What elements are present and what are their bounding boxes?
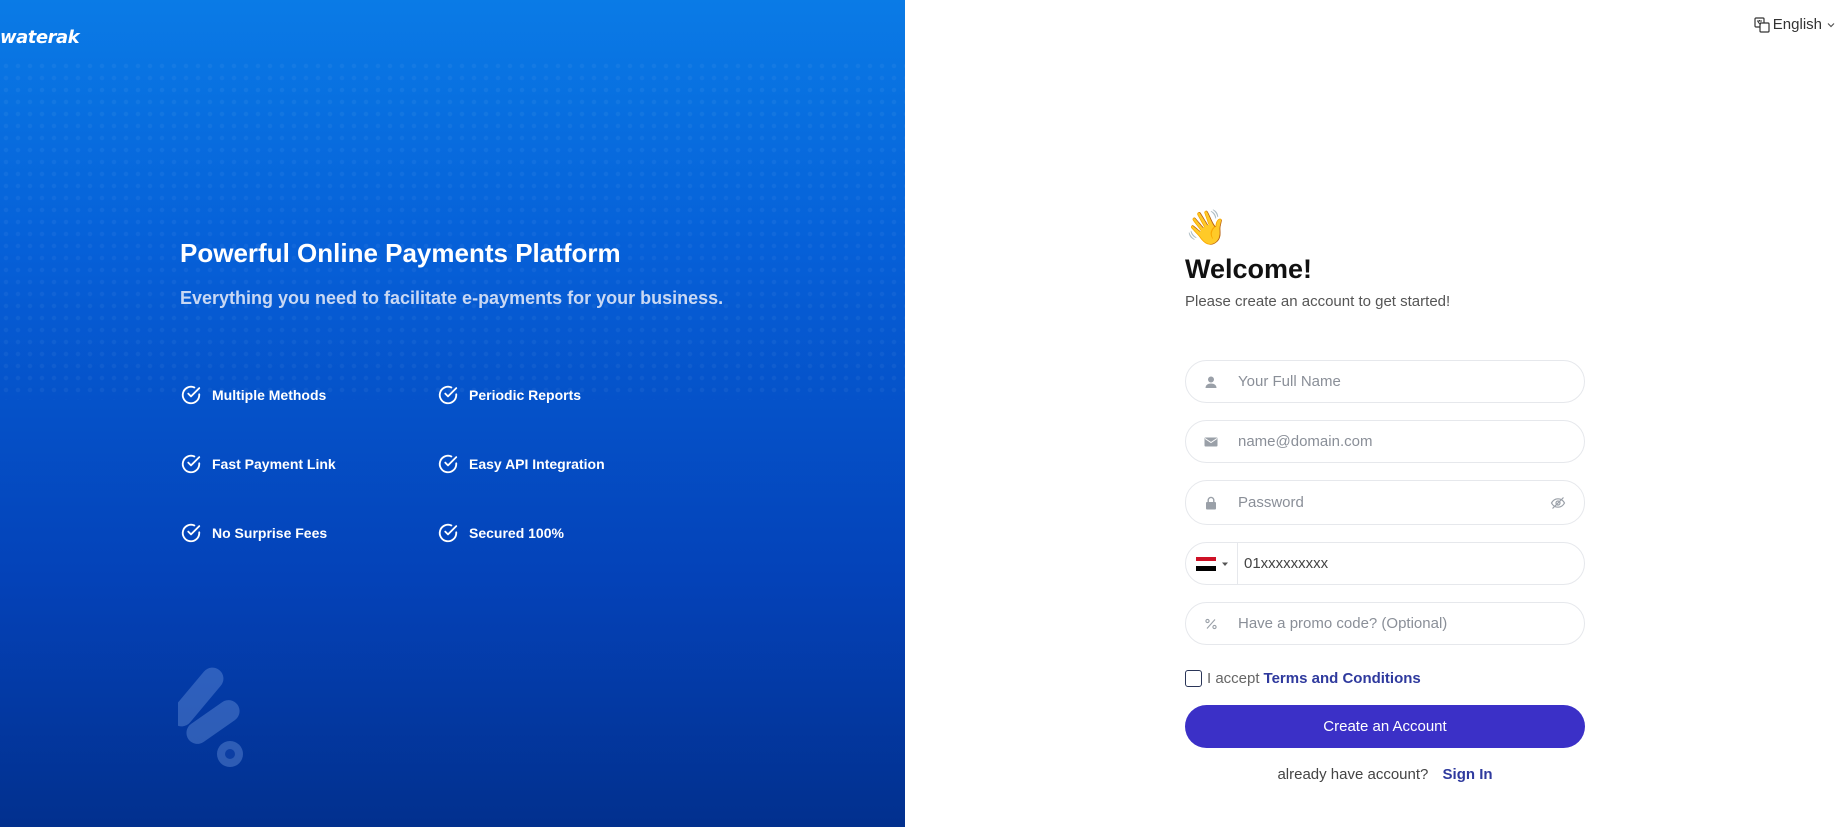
terms-prefix: I accept xyxy=(1207,670,1260,687)
promo-code-input[interactable] xyxy=(1238,615,1584,632)
language-selector[interactable]: English xyxy=(1754,16,1836,33)
user-icon xyxy=(1205,376,1217,388)
eye-slash-icon[interactable] xyxy=(1550,495,1566,511)
check-circle-icon xyxy=(438,523,458,543)
feature-item: Fast Payment Link xyxy=(180,453,336,475)
feature-label: Easy API Integration xyxy=(469,456,605,472)
signin-link[interactable]: Sign In xyxy=(1443,766,1493,783)
percent-icon xyxy=(1205,618,1217,629)
hero-subtitle: Everything you need to facilitate e-paym… xyxy=(180,288,724,308)
email-field xyxy=(1185,420,1585,463)
feature-label: Secured 100% xyxy=(469,525,564,541)
feature-item: Periodic Reports xyxy=(437,384,581,406)
email-input[interactable] xyxy=(1238,433,1584,450)
brand-logo[interactable]: waterak xyxy=(0,27,80,48)
terms-row: I accept Terms and Conditions xyxy=(1185,670,1421,687)
hero-title: Powerful Online Payments Platform xyxy=(180,238,621,268)
check-circle-icon xyxy=(181,385,201,405)
waving-hand-icon: 👋 xyxy=(1185,209,1228,247)
terms-link[interactable]: Terms and Conditions xyxy=(1264,670,1421,687)
feature-item: Multiple Methods xyxy=(180,384,326,406)
full-name-input[interactable] xyxy=(1238,373,1584,390)
feature-item: No Surprise Fees xyxy=(180,522,327,544)
language-label: English xyxy=(1772,16,1822,33)
chevron-down-icon xyxy=(1827,22,1835,27)
full-name-field xyxy=(1185,360,1585,403)
lock-icon xyxy=(1206,496,1216,509)
check-circle-icon xyxy=(181,523,201,543)
caret-down-icon xyxy=(1222,562,1228,566)
envelope-icon xyxy=(1204,437,1218,446)
country-code-selector[interactable] xyxy=(1186,543,1238,584)
promo-code-field xyxy=(1185,602,1585,645)
hero-panel: waterak Powerful Online Payments Platfor… xyxy=(0,0,905,827)
terms-checkbox[interactable] xyxy=(1185,670,1202,687)
brand-mark-icon xyxy=(178,667,243,767)
translate-icon xyxy=(1754,16,1770,33)
feature-label: Multiple Methods xyxy=(212,387,327,403)
signin-prompt: already have account? xyxy=(1277,766,1429,783)
check-circle-icon xyxy=(438,385,458,405)
feature-label: Fast Payment Link xyxy=(212,456,336,472)
phone-input[interactable] xyxy=(1244,555,1584,572)
phone-field xyxy=(1185,542,1585,585)
create-account-button[interactable]: Create an Account xyxy=(1185,705,1585,748)
feature-label: Periodic Reports xyxy=(469,387,582,403)
egypt-flag-icon xyxy=(1196,556,1216,571)
password-input[interactable] xyxy=(1238,494,1550,511)
hero-dot-pattern xyxy=(0,60,905,400)
signin-row: already have account? Sign In xyxy=(1185,766,1585,783)
check-circle-icon xyxy=(438,454,458,474)
feature-item: Secured 100% xyxy=(437,522,564,544)
check-circle-icon xyxy=(181,454,201,474)
signup-header: 👋 Welcome! Please create an account to g… xyxy=(1185,208,1585,310)
feature-label: No Surprise Fees xyxy=(212,525,328,541)
password-field xyxy=(1185,480,1585,525)
feature-item: Easy API Integration xyxy=(437,453,605,475)
page-subtitle: Please create an account to get started! xyxy=(1185,293,1451,310)
page-title: Welcome! xyxy=(1185,254,1313,284)
